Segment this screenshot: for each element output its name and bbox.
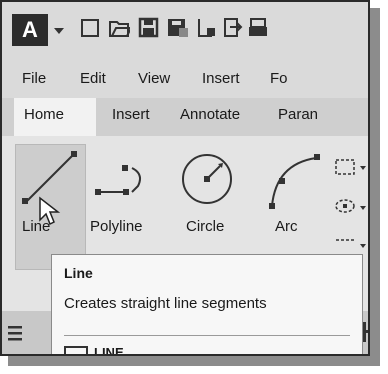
tooltip-title: Line: [64, 265, 93, 281]
open-folder-icon[interactable]: [108, 16, 130, 40]
export-icon[interactable]: [196, 16, 218, 40]
menu-edit[interactable]: Edit: [80, 70, 106, 87]
polyline-label: Polyline: [90, 218, 143, 235]
print-icon[interactable]: [248, 16, 270, 40]
line-label: Line: [22, 218, 51, 235]
ribbon-tabs: Home Insert Annotate Paran: [2, 98, 368, 136]
tooltip-command: LINE: [94, 345, 124, 356]
arc-icon[interactable]: [264, 150, 324, 212]
circle-label: Circle: [186, 218, 225, 235]
quick-access-toolbar: A: [2, 2, 368, 62]
arc-label: Arc: [275, 218, 298, 235]
polyline-icon[interactable]: [92, 162, 152, 202]
application-menu-button[interactable]: A: [12, 14, 48, 46]
window-shadow-right: [370, 8, 380, 364]
line-tooltip: Line Creates straight line segments LINE: [51, 254, 363, 356]
tab-parametric[interactable]: Paran: [278, 106, 318, 123]
menu-lines-icon[interactable]: [8, 324, 24, 342]
menu-file[interactable]: File: [22, 70, 46, 87]
circle-icon[interactable]: [178, 150, 236, 208]
tooltip-description: Creates straight line segments: [64, 295, 267, 312]
menu-view[interactable]: View: [138, 70, 170, 87]
menu-format[interactable]: Fo: [270, 70, 288, 87]
menu-insert[interactable]: Insert: [202, 70, 240, 87]
window-shadow-bottom: [8, 356, 380, 366]
tooltip-divider: [64, 335, 350, 336]
autocad-window: A File Edit View Insert Fo Home Insert A…: [0, 0, 370, 356]
new-file-icon[interactable]: [80, 16, 102, 40]
menu-bar: File Edit View Insert Fo: [2, 62, 368, 98]
tab-annotate[interactable]: Annotate: [180, 106, 240, 123]
tab-insert[interactable]: Insert: [112, 106, 150, 123]
command-line-icon: [64, 346, 88, 354]
rectangle-tool-icon[interactable]: [334, 156, 370, 266]
save-as-icon[interactable]: [166, 16, 188, 40]
save-icon[interactable]: [138, 16, 160, 40]
import-icon[interactable]: [222, 16, 244, 40]
chevron-down-icon[interactable]: [54, 28, 64, 34]
tab-home[interactable]: Home: [24, 106, 64, 123]
